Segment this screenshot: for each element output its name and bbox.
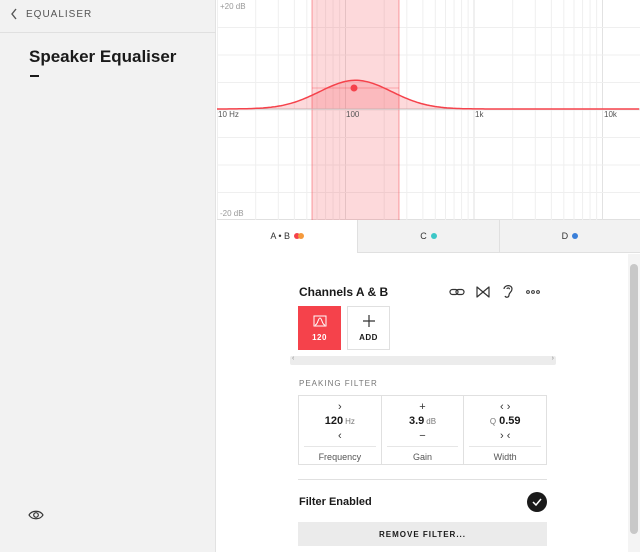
- filter-enabled-label: Filter Enabled: [299, 496, 372, 508]
- more-icon[interactable]: [525, 285, 541, 303]
- gain-label: Gain: [386, 446, 459, 462]
- scroll-right-icon[interactable]: ›: [552, 355, 554, 362]
- check-icon: [532, 498, 542, 506]
- width-narrow-button[interactable]: › ‹: [464, 431, 546, 442]
- gain-value: 3.9: [408, 415, 425, 427]
- channel-d-dot: [572, 233, 579, 239]
- frequency-label: Frequency: [304, 446, 376, 462]
- link-icon[interactable]: [449, 285, 465, 303]
- filter-params: › 120 Hz ‹ Frequency + 3.9 dB − Gain ‹ › Q…: [298, 395, 547, 465]
- eye-icon[interactable]: [28, 508, 44, 527]
- tab-d[interactable]: D: [498, 220, 640, 252]
- peaking-filter-icon: [313, 315, 326, 326]
- ear-icon[interactable]: [501, 283, 515, 304]
- gain-unit: dB: [426, 417, 437, 426]
- add-filter-label: ADD: [359, 332, 378, 342]
- filter-type-label: PEAKING FILTER: [299, 379, 378, 388]
- channel-c-dot: [430, 233, 437, 239]
- freq-label-10k: 10k: [604, 110, 618, 119]
- gain-decrease-button[interactable]: −: [382, 431, 464, 442]
- freq-label-10hz: 10 Hz: [218, 110, 239, 119]
- gain-control: + 3.9 dB − Gain: [380, 396, 464, 464]
- width-widen-button[interactable]: ‹ ›: [464, 402, 546, 413]
- channel-tabs: A • B C D: [217, 220, 640, 253]
- width-prefix: Q: [489, 417, 497, 426]
- chevron-left-icon: [11, 8, 17, 20]
- page-title: Speaker Equaliser: [29, 47, 177, 66]
- frequency-control: › 120 Hz ‹ Frequency: [299, 396, 381, 464]
- divider: [298, 479, 547, 480]
- title-underline: [30, 75, 39, 77]
- plus-icon: [362, 314, 375, 327]
- db-min-label: -20 dB: [220, 209, 244, 218]
- width-value: 0.59: [499, 415, 521, 427]
- filter-panel: Channels A & B 120 ADD ‹ › PEAKING FILTE…: [217, 254, 627, 552]
- add-filter-button[interactable]: ADD: [347, 306, 390, 350]
- filter-scrollbar[interactable]: ‹ ›: [290, 355, 556, 365]
- scroll-left-icon[interactable]: ‹: [292, 355, 294, 362]
- freq-label-1k: 1k: [475, 110, 484, 119]
- filter-label: 120: [312, 332, 327, 342]
- divider: [0, 32, 216, 33]
- eq-curve: [217, 79, 639, 110]
- back-button[interactable]: EQUALISER: [10, 8, 92, 20]
- tab-c[interactable]: C: [357, 220, 498, 252]
- gain-value-display[interactable]: 3.9 dB: [382, 415, 464, 427]
- bowtie-icon[interactable]: [475, 285, 491, 303]
- frequency-value-display[interactable]: 120 Hz: [299, 415, 381, 427]
- db-max-label: +20 dB: [220, 2, 246, 11]
- tab-label: A • B: [270, 231, 290, 241]
- gain-increase-button[interactable]: +: [382, 402, 464, 413]
- eq-graph[interactable]: +20 dB -20 dB 10 Hz 100 1k 10k: [217, 0, 640, 220]
- filter-item-120[interactable]: 120: [298, 306, 341, 350]
- width-control: ‹ › Q 0.59 › ‹ Width: [463, 396, 546, 464]
- tab-label: D: [561, 231, 569, 241]
- frequency-increase-button[interactable]: ›: [299, 402, 381, 413]
- panel-scrollbar[interactable]: [628, 254, 640, 552]
- frequency-unit: Hz: [345, 417, 355, 426]
- sidebar: EQUALISER Speaker Equaliser: [0, 0, 216, 552]
- filter-handle[interactable]: [350, 84, 358, 92]
- filter-enabled-toggle[interactable]: [527, 492, 547, 512]
- tab-label: C: [420, 231, 427, 241]
- channel-b-dot: [298, 233, 304, 239]
- remove-filter-button[interactable]: REMOVE FILTER...: [298, 522, 547, 546]
- width-value-display[interactable]: Q 0.59: [464, 415, 546, 427]
- frequency-value: 120: [324, 415, 344, 427]
- back-label: EQUALISER: [26, 8, 93, 20]
- width-label: Width: [469, 446, 542, 462]
- frequency-decrease-button[interactable]: ‹: [299, 431, 381, 442]
- channel-actions: [449, 283, 541, 304]
- scrollbar-thumb[interactable]: [630, 264, 638, 534]
- freq-label-100: 100: [346, 110, 360, 119]
- tab-a-b[interactable]: A • B: [217, 220, 358, 253]
- channel-title: Channels A & B: [299, 285, 389, 299]
